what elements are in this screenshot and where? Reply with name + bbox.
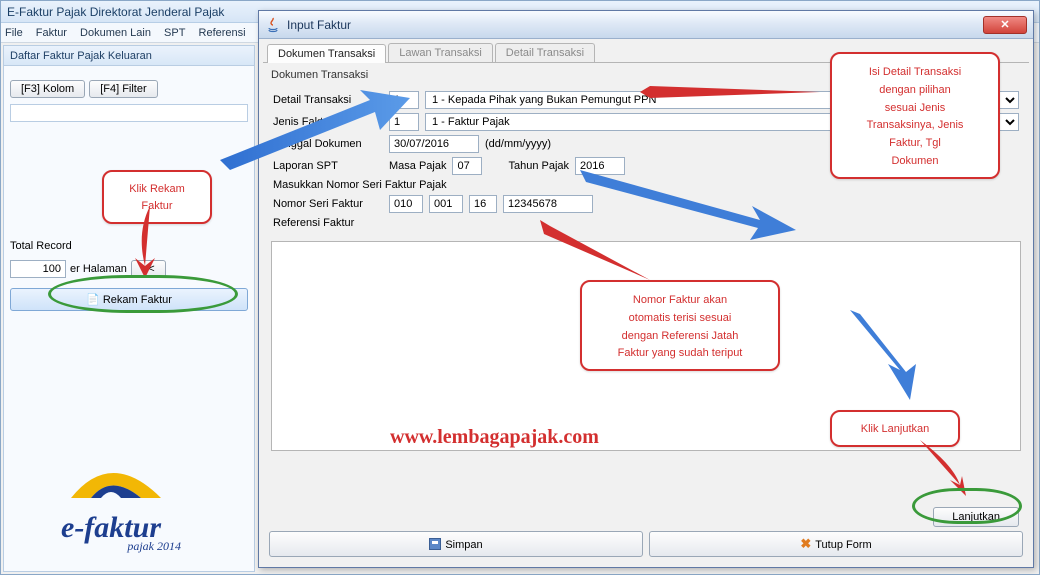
tanggal-dokumen-label: Tanggal Dokumen bbox=[273, 138, 383, 150]
callout-nomor: Nomor Faktur akan otomatis terisi sesuai… bbox=[580, 280, 780, 371]
kolom-button[interactable]: [F3] Kolom bbox=[10, 80, 85, 98]
dialog-title: Input Faktur bbox=[287, 18, 351, 32]
per-page-label: er Halaman bbox=[70, 263, 127, 275]
tab-detail-transaksi[interactable]: Detail Transaksi bbox=[495, 43, 595, 62]
grid-placeholder bbox=[10, 104, 248, 122]
callout-detail: Isi Detail Transaksi dengan pilihan sesu… bbox=[830, 52, 1000, 179]
rekam-faktur-button[interactable]: 📄 Rekam Faktur bbox=[10, 288, 248, 311]
detail-transaksi-code[interactable] bbox=[389, 91, 419, 109]
pager-prev-button[interactable]: << bbox=[131, 260, 166, 278]
document-icon: 📄 bbox=[86, 294, 100, 306]
callout-rekam: Klik Rekam Faktur bbox=[102, 170, 212, 224]
lanjutkan-button[interactable]: Lanjutkan bbox=[933, 507, 1019, 527]
dialog-titlebar[interactable]: Input Faktur ✕ bbox=[259, 11, 1033, 39]
nsf-part-2[interactable] bbox=[429, 195, 463, 213]
tahun-pajak-label: Tahun Pajak bbox=[508, 160, 569, 172]
close-icon: ✖ bbox=[800, 536, 811, 551]
menu-dokumen-lain[interactable]: Dokumen Lain bbox=[80, 27, 151, 39]
per-page-input[interactable] bbox=[10, 260, 66, 278]
menu-file[interactable]: File bbox=[5, 27, 23, 39]
masa-pajak-label: Masa Pajak bbox=[389, 160, 446, 172]
masa-pajak-input[interactable] bbox=[452, 157, 482, 175]
tanggal-format-hint: (dd/mm/yyyy) bbox=[485, 138, 551, 150]
menu-spt[interactable]: SPT bbox=[164, 27, 185, 39]
efaktur-logo: e-faktur pajak 2014 bbox=[41, 458, 181, 554]
jenis-faktur-code[interactable] bbox=[389, 113, 419, 131]
nsf-part-1[interactable] bbox=[389, 195, 423, 213]
nsf-part-4[interactable] bbox=[503, 195, 593, 213]
total-record-label: Total Record bbox=[10, 240, 72, 252]
menu-faktur[interactable]: Faktur bbox=[36, 27, 67, 39]
filter-button[interactable]: [F4] Filter bbox=[89, 80, 157, 98]
jenis-faktur-label: Jenis Faktur bbox=[273, 116, 383, 128]
simpan-button[interactable]: Simpan bbox=[269, 531, 643, 557]
nsf-part-3[interactable] bbox=[469, 195, 497, 213]
tutup-form-button[interactable]: ✖Tutup Form bbox=[649, 531, 1023, 557]
detail-transaksi-label: Detail Transaksi bbox=[273, 94, 383, 106]
save-icon bbox=[429, 538, 441, 550]
side-panel-title: Daftar Faktur Pajak Keluaran bbox=[4, 46, 254, 66]
tanggal-dokumen-input[interactable] bbox=[389, 135, 479, 153]
callout-lanjutkan: Klik Lanjutkan bbox=[830, 410, 960, 447]
java-icon bbox=[265, 17, 281, 33]
watermark-text: www.lembagapajak.com bbox=[390, 426, 599, 449]
nsf-label: Nomor Seri Faktur bbox=[273, 198, 383, 210]
laporan-spt-label: Laporan SPT bbox=[273, 160, 383, 172]
logo-umbrella-icon bbox=[41, 458, 181, 508]
referensi-faktur-label: Referensi Faktur bbox=[273, 217, 354, 229]
tab-lawan-transaksi[interactable]: Lawan Transaksi bbox=[388, 43, 493, 62]
dialog-close-button[interactable]: ✕ bbox=[983, 16, 1027, 34]
nsf-instruction: Masukkan Nomor Seri Faktur Pajak bbox=[273, 179, 447, 191]
menu-referensi[interactable]: Referensi bbox=[199, 27, 246, 39]
tahun-pajak-input[interactable] bbox=[575, 157, 625, 175]
tab-dokumen-transaksi[interactable]: Dokumen Transaksi bbox=[267, 44, 386, 63]
